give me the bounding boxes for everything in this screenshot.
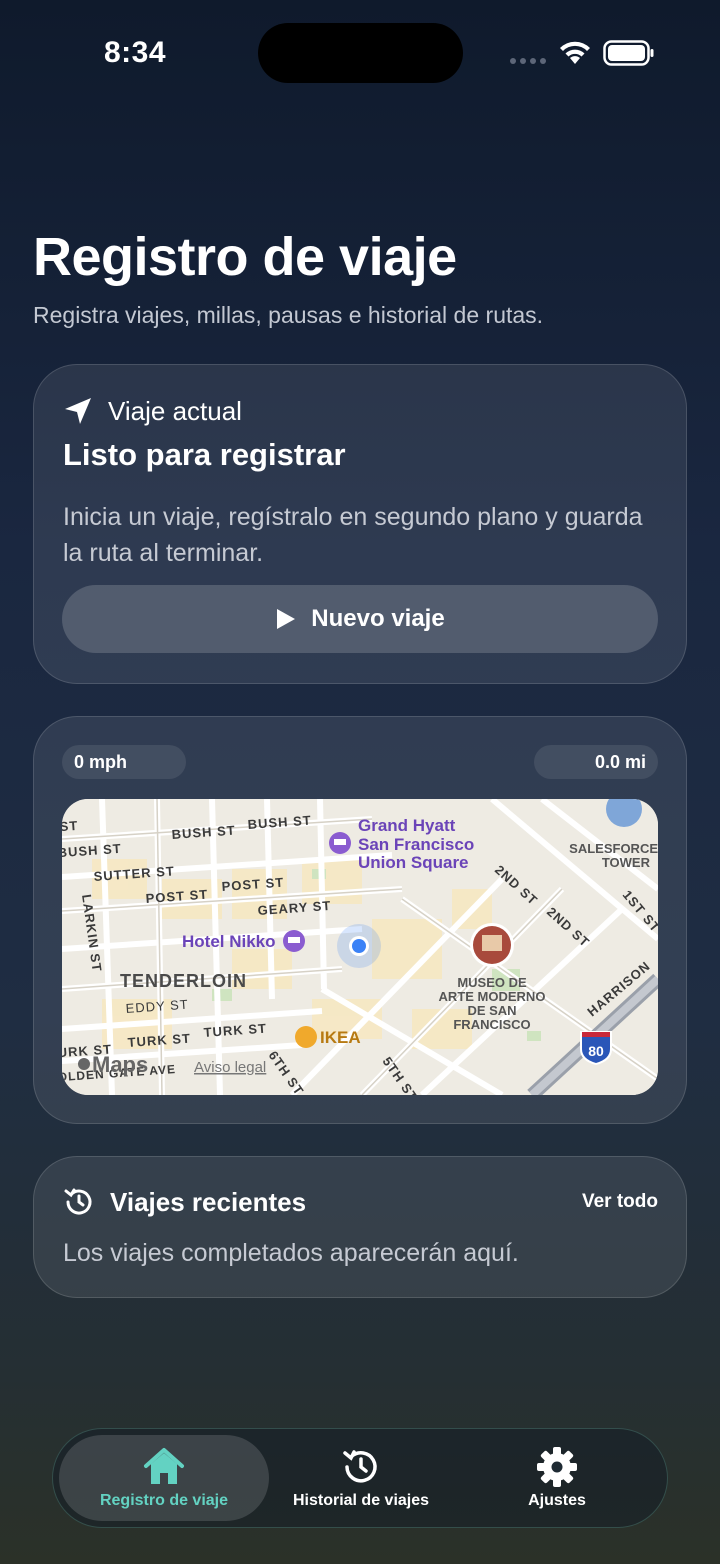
page-title: Registro de viaje [33, 227, 457, 287]
poi-label: Grand Hyatt [358, 816, 456, 835]
poi-label: IKEA [320, 1028, 361, 1047]
new-trip-button[interactable]: Nuevo viaje [62, 585, 658, 653]
poi-label: Union Square [358, 853, 469, 872]
tab-bar: Registro de viaje Historial de viajes Aj… [52, 1428, 668, 1528]
cellular-signal-icon [510, 58, 546, 64]
current-trip-card: Viaje actual Listo para registrar Inicia… [33, 364, 687, 684]
poi-label: TOWER [602, 855, 651, 870]
wifi-icon [560, 41, 590, 64]
current-trip-header: Viaje actual [62, 395, 242, 427]
current-trip-description: Inicia un viaje, regístralo en segundo p… [63, 503, 643, 567]
district-label: TENDERLOIN [120, 971, 247, 991]
tab-trip-log[interactable]: Registro de viaje [59, 1435, 269, 1521]
status-time: 8:34 [104, 36, 167, 69]
poi-label: ARTE MODERNO [439, 989, 546, 1004]
poi-label: Hotel Nikko [182, 932, 276, 951]
svg-text:Maps: Maps [92, 1052, 148, 1077]
street-label: ST [62, 818, 79, 834]
recent-trips-empty-message: Los viajes completados aparecerán aquí. [63, 1239, 519, 1267]
battery-icon [603, 40, 654, 66]
new-trip-label: Nuevo viaje [311, 605, 445, 632]
dynamic-island [258, 23, 463, 83]
store-pin-icon [295, 1026, 317, 1048]
tab-label: Ajustes [528, 1492, 586, 1509]
tab-settings[interactable]: Ajustes [473, 1435, 641, 1521]
status-bar: 8:34 [0, 0, 720, 100]
tab-trip-history[interactable]: Historial de viajes [275, 1435, 447, 1521]
route-map[interactable]: ST BUSH ST BUSH ST BUSH ST SUTTER ST POS… [62, 799, 658, 1095]
tab-label: Historial de viajes [292, 1492, 430, 1509]
trip-map-card: 0 mph 0.0 mi ST BUSH ST BUSH ST BUSH ST … [33, 716, 687, 1124]
poi-label: DE SAN [467, 1003, 516, 1018]
history-icon [64, 1188, 92, 1215]
poi-label: MUSEO DE [457, 975, 527, 990]
current-trip-status: Listo para registrar [63, 437, 346, 472]
highway-number: 80 [588, 1043, 604, 1059]
recent-trips-header: Viajes recientes [62, 1185, 306, 1219]
speed-readout: 0 mph [62, 745, 186, 779]
recent-trips-card: Viajes recientes Ver todo Los viajes com… [33, 1156, 687, 1298]
history-icon [343, 1450, 377, 1483]
location-arrow-icon [65, 398, 91, 424]
current-trip-label: Viaje actual [108, 395, 242, 426]
home-icon [144, 1448, 184, 1484]
poi-label: San Francisco [358, 835, 474, 854]
tab-label: Registro de viaje [99, 1492, 229, 1509]
see-all-link[interactable]: Ver todo [582, 1191, 658, 1213]
gear-icon [537, 1447, 577, 1487]
poi-label: FRANCISCO [453, 1017, 530, 1032]
poi-label: SALESFORCE [569, 841, 658, 856]
page-subtitle: Registra viajes, millas, pausas e histor… [33, 302, 544, 328]
legal-link: Aviso legal [194, 1059, 266, 1076]
play-icon [277, 609, 296, 629]
recent-trips-title: Viajes recientes [110, 1186, 307, 1217]
distance-readout: 0.0 mi [534, 745, 658, 779]
